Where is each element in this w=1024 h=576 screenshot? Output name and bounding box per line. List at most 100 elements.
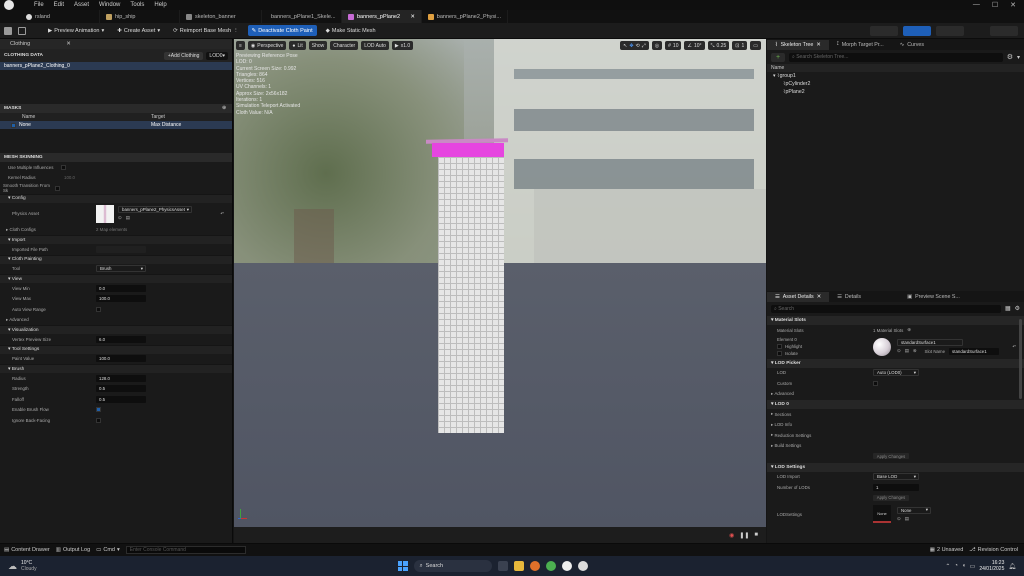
weather-widget[interactable]: ☁ 10°C Cloudy [0,560,37,572]
details-scrollbar[interactable] [1019,319,1022,399]
cloth-banner-mesh[interactable] [426,138,508,451]
make-static-mesh-button[interactable]: ◆ Make Static Mesh [322,25,380,36]
menu-file[interactable]: File [34,2,44,8]
use-selected-icon[interactable]: ⊙ [897,348,901,354]
kernel-radius-field[interactable]: 100.0 [64,175,75,180]
tab-details[interactable]: ☰ Details [829,292,869,302]
tab-close-icon[interactable]: ✕ [817,294,821,300]
maximize-icon[interactable]: ☐ [992,1,998,9]
clock[interactable]: 16:23 24/01/2025 [979,560,1004,572]
auto-view-range-checkbox[interactable] [96,306,101,312]
material-options-icon[interactable]: ⊗ [913,348,917,354]
lod-select[interactable]: Auto (LOD0) ▾ [873,369,919,377]
tab-preview-scene-settings[interactable]: ▣ Preview Scene S... [899,292,968,302]
notifications-icon[interactable]: 🔔︎ [1008,563,1016,570]
tab-close-icon[interactable]: ✕ [816,42,820,48]
mesh-skinning-header[interactable]: MESH SKINNING [0,153,232,162]
grid-view-icon[interactable]: ▦ [1005,305,1011,312]
minimize-icon[interactable]: — [973,1,980,9]
mask-enabled-checkbox[interactable] [11,122,16,128]
use-selected-icon[interactable]: ⊙ [897,516,901,522]
file-explorer-icon[interactable] [513,561,524,571]
cmd-select[interactable]: ▭ Cmd ▾ [96,547,120,553]
use-multiple-influences-checkbox[interactable] [61,164,66,170]
output-log-button[interactable]: ▥ Output Log [56,547,90,553]
enable-brush-flow-checkbox[interactable] [96,407,101,413]
material-select[interactable]: standardSurface1 [897,338,963,346]
add-clothing-button[interactable]: + Add Clothing [163,51,204,60]
number-of-lods-field[interactable]: 1 [873,483,919,491]
transform-tools[interactable]: ↖ ✥ ⟲ ⤢ [620,41,649,50]
config-header[interactable]: ▾ Config [0,193,232,203]
masks-header[interactable]: MASKS ⊕ [0,104,232,113]
use-selected-icon[interactable]: ⊙ [118,215,122,221]
visualization-header[interactable]: ▾ Visualization [0,325,232,334]
reduction-settings-row[interactable]: ▸ Reduction Settings [767,430,1024,441]
deactivate-cloth-paint-button[interactable]: ✎ Deactivate Cloth Paint [247,25,317,36]
view-header[interactable]: ▾ View [0,274,232,283]
scale-snap-button[interactable]: ⤡ 0.25 [707,41,730,50]
browse-icon[interactable] [18,26,26,35]
lod-import-select[interactable]: Base LOD ▾ [873,473,919,481]
lod-auto-button[interactable]: LOD Auto [361,41,389,50]
task-view-icon[interactable] [497,561,508,571]
ignore-back-facing-checkbox[interactable] [96,417,101,423]
browse-folder-icon[interactable]: ▤ [905,516,909,522]
mask-row[interactable]: None Max Distance [0,121,232,129]
tab-asset-details[interactable]: ☰ Asset Details ✕ [767,291,830,302]
reset-arrow-icon[interactable]: ↶ [220,211,224,217]
tab-hip-ship[interactable]: hip_ship [100,10,180,23]
viewport[interactable]: ≡ ◉ Perspective ● Lit Show Character LOD A… [234,39,766,543]
browse-folder-icon[interactable]: ▤ [126,215,130,221]
tab-skeleton-banner[interactable]: skeleton_banner [180,10,262,23]
taskbar-search[interactable]: ⌕ Search [413,560,492,572]
character-button[interactable]: Character [330,41,359,50]
save-icon[interactable] [4,26,12,35]
record-icon[interactable]: ◉ [729,532,734,539]
reset-arrow-icon[interactable]: ↶ [1012,344,1016,350]
radius-field[interactable]: 128.0 [96,374,146,382]
skeleton-search-input[interactable]: ⌕ Search Skeleton Tree... [789,52,1003,62]
clothing-list-item[interactable]: banners_pPlane2_Clothing_0 [0,62,232,70]
lod-settings-header[interactable]: ▾ LOD Settings [767,462,1024,472]
menu-tools[interactable]: Tools [130,2,144,8]
view-min-field[interactable]: 0.0 [96,284,146,292]
preview-animation-button[interactable]: ▶ Preview Animation ▾ [44,25,108,36]
tab-banners-pplane1-skeleton[interactable]: banners_pPlane1_Skele... [262,10,342,23]
tool-select[interactable]: Brush ▾ [96,265,146,273]
tray-chevron-icon[interactable]: ⌃ [945,563,950,570]
clothing-tab[interactable]: Clothing ✕ [0,39,232,49]
network-icon[interactable]: ◔ [954,563,958,569]
lit-button[interactable]: ● Lit [289,41,306,50]
view-max-field[interactable]: 100.0 [96,295,146,303]
tab-morph-target-preview[interactable]: ⟟ Morph Target Pr... [829,40,892,50]
add-socket-button[interactable]: + [771,52,785,62]
paint-value-field[interactable]: 100.0 [96,355,146,363]
close-window-icon[interactable]: ✕ [1010,1,1016,9]
tab-banners-pplane2[interactable]: banners_pPlane2 ✕ [342,10,422,23]
browse-folder-icon[interactable]: ▤ [905,348,909,354]
tree-item-pcylinder2[interactable]: ⌇ pCylinder2 [767,80,1024,88]
apply-changes-button[interactable]: Apply Changes [873,453,909,460]
lod-select[interactable]: LOD0 ▾ [206,51,228,60]
unreal-editor-icon[interactable] [577,561,588,571]
details-search-input[interactable]: ⌕ Search [771,304,1001,313]
camera-speed-button[interactable]: ⊡ 1 [732,41,748,50]
mesh-mode-button[interactable] [903,25,931,36]
tab-banners-pplane2-physics[interactable]: banners_pPlane2_Physi... [422,10,508,23]
angle-snap-button[interactable]: ∠ 10° [684,41,705,50]
cloth-configs-row[interactable]: ▸ Cloth Configs 2 Map elements [0,225,232,236]
revision-control-button[interactable]: ⎇ Revision Control [969,547,1018,553]
clothing-data-header[interactable]: CLOTHING DATA + Add Clothing LOD0 ▾ [0,49,232,62]
advanced-row[interactable]: ▸ Advanced [0,315,232,326]
grid-snap-button[interactable]: #10 [665,41,682,50]
content-drawer-button[interactable]: ▤ Content Drawer [4,547,50,553]
show-button[interactable]: Show [308,41,328,50]
lodsettings-thumbnail[interactable]: None [873,505,891,523]
menu-asset[interactable]: Asset [74,2,89,8]
lod0-header[interactable]: ▾ LOD 0 [767,400,1024,409]
smooth-transition-checkbox[interactable] [55,185,60,191]
perspective-button[interactable]: ◉ Perspective [247,41,287,50]
firefox-icon[interactable] [529,561,540,571]
lod-info-row[interactable]: ▸ LOD Info [767,420,1024,431]
